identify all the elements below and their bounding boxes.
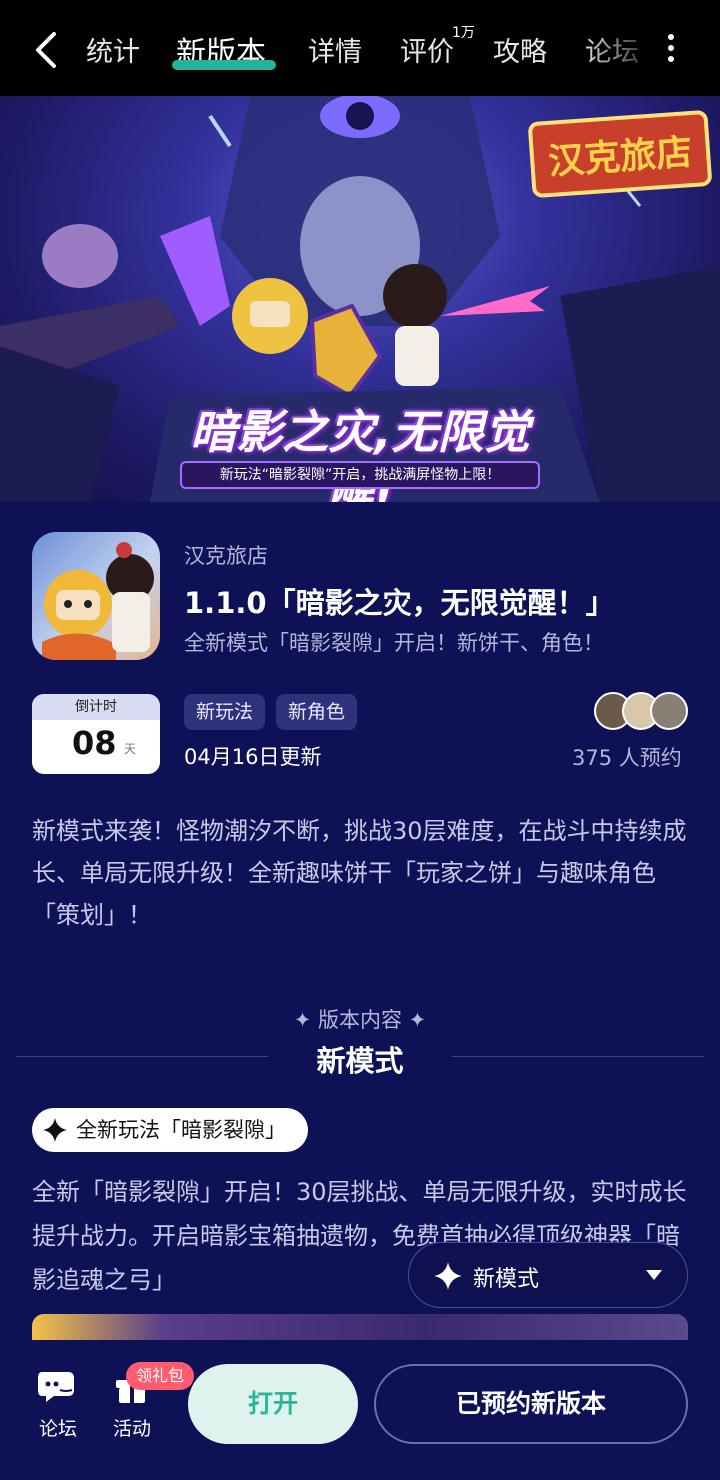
reviews-count-badge: 1万 <box>452 25 475 41</box>
tab-guides[interactable]: 攻略 <box>493 30 547 69</box>
sparkle-icon <box>43 1118 67 1142</box>
active-tab-indicator <box>172 60 276 70</box>
chat-bubble-icon <box>38 1372 74 1402</box>
version-description: 新模式来袭！怪物潮汐不断，挑战30层难度，在战斗中持续成长、单局无限升级！全新趣… <box>32 817 687 929</box>
version-title: 1.1.0「暗影之灾，无限觉醒！」 <box>184 586 615 620</box>
game-logo: 汉克旅店 <box>527 109 713 199</box>
countdown-card: 倒计时 08 天 <box>32 694 160 774</box>
tag-new-gameplay: 新玩法 <box>184 694 266 730</box>
version-subtitle: 全新模式「暗影裂隙」开启！新饼干、角色！ <box>184 631 604 655</box>
activity-label: 活动 <box>112 1418 151 1440</box>
update-date: 04月16日更新 <box>184 745 322 769</box>
section-title: 新模式 <box>316 1044 404 1078</box>
tab-details[interactable]: 详情 <box>308 30 362 69</box>
chevron-down-icon <box>646 1270 662 1280</box>
feature-label-pill: 全新玩法「暗影裂隙」 <box>32 1108 308 1152</box>
back-arrow-icon[interactable] <box>32 30 60 70</box>
tab-stats[interactable]: 统计 <box>86 30 140 69</box>
game-app-icon <box>32 532 160 660</box>
countdown-label: 倒计时 <box>32 694 160 720</box>
reserve-count: 375 人预约 <box>572 746 682 770</box>
gift-badge: 领礼包 <box>126 1362 195 1390</box>
reserver-avatars <box>594 692 690 730</box>
section-kicker: ✦ 版本内容 ✦ <box>293 1008 427 1032</box>
more-options-icon[interactable] <box>664 32 678 64</box>
countdown-unit: 天 <box>124 742 137 756</box>
version-banner-image[interactable]: 汉克旅店 暗影之灾,无限觉醒! 新玩法“暗影裂隙”开启，挑战满屏怪物上限！ <box>0 96 720 502</box>
banner-subtitle: 新玩法“暗影裂隙”开启，挑战满屏怪物上限！ <box>180 461 540 489</box>
top-navigation: 统计 新版本 详情 评价 1万 攻略 论坛 <box>0 0 720 96</box>
forum-button[interactable]: 论坛 <box>28 1370 88 1441</box>
tab-reviews[interactable]: 评价 <box>400 30 454 69</box>
tab-overflow-fade <box>580 20 650 80</box>
avatar <box>650 692 688 730</box>
section-dropdown[interactable]: 新模式 <box>408 1242 688 1308</box>
open-game-button[interactable]: 打开 <box>188 1364 358 1444</box>
sparkle-icon <box>434 1262 462 1290</box>
feature-label: 全新玩法「暗影裂隙」 <box>76 1118 286 1142</box>
game-name: 汉克旅店 <box>184 544 268 568</box>
dropdown-selected-value: 新模式 <box>473 1267 540 1292</box>
countdown-days: 08 <box>72 724 117 762</box>
reserved-new-version-button[interactable]: 已预约新版本 <box>374 1364 688 1444</box>
tag-new-character: 新角色 <box>276 694 358 730</box>
forum-label: 论坛 <box>38 1418 77 1440</box>
